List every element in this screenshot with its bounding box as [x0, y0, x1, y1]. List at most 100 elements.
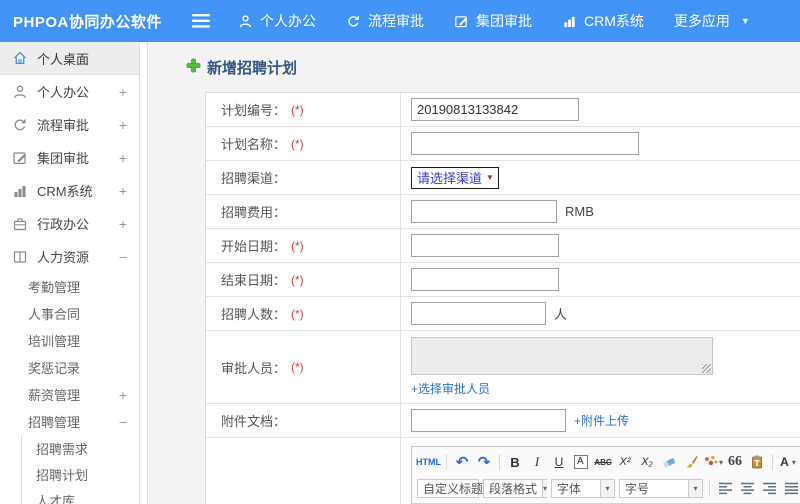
align-justify-button[interactable]: [781, 478, 800, 498]
end-date-input[interactable]: [411, 268, 559, 291]
sidebar-item-label: 招聘需求: [36, 441, 89, 457]
sidebar-item-admin-office[interactable]: 行政办公 +: [0, 207, 139, 240]
channel-select[interactable]: 请选择渠道 ▼: [411, 166, 500, 189]
expand-plus-icon[interactable]: +: [119, 84, 127, 100]
recruitment-submenu: 招聘需求 招聘计划 人才库: [21, 435, 139, 504]
underline-button[interactable]: U: [549, 452, 569, 472]
sidebar-item-workflow-approval[interactable]: 流程审批 +: [0, 108, 139, 141]
fee-unit-label: RMB: [565, 204, 594, 219]
align-left-button[interactable]: [715, 478, 735, 498]
nav-personal-office[interactable]: 个人办公: [238, 11, 316, 31]
form-row-plan-name: 计划名称： (*): [206, 127, 800, 161]
top-navigation: 个人办公 流程审批 集团审批 CRM系统 更多应用 ▼: [238, 11, 750, 31]
bold-button[interactable]: B: [505, 452, 525, 472]
align-center-button[interactable]: [737, 478, 757, 498]
app-logo[interactable]: PHPOA协同办公软件: [0, 11, 176, 32]
blockquote-button[interactable]: 66: [725, 452, 745, 472]
font-size-select[interactable]: 字号 ▾: [619, 478, 703, 498]
plan-name-input[interactable]: [411, 132, 639, 155]
chevron-down-icon: ▾: [600, 479, 614, 497]
toolbar-separator: [499, 454, 500, 470]
nav-group-approval[interactable]: 集团审批: [454, 11, 532, 31]
superscript-button[interactable]: X²: [615, 452, 635, 472]
sidebar-item-recruitment[interactable]: 招聘管理 −: [0, 408, 139, 435]
sidebar-item-personal-office[interactable]: 个人办公 +: [0, 75, 139, 108]
sidebar-item-talent-pool[interactable]: 人才库: [22, 487, 139, 504]
paste-text-button[interactable]: [747, 452, 767, 472]
sidebar-item-personal-desktop[interactable]: 个人桌面: [0, 42, 139, 75]
expand-plus-icon[interactable]: +: [119, 150, 127, 166]
sidebar-item-human-resources[interactable]: 人力资源 −: [0, 240, 139, 273]
sidebar-item-training[interactable]: 培训管理: [0, 327, 139, 354]
chevron-down-icon: ▾: [791, 457, 796, 467]
main-content: 新增招聘计划 计划编号： (*) 计划名称： (*) 招聘渠道： 请选择渠道 ▼: [148, 42, 800, 504]
plan-number-input[interactable]: [411, 98, 579, 121]
book-icon: [12, 249, 29, 265]
toolbar-row-1: HTML ↶ ↷ B I U A ABC X² X₂ ▾ 66 A ▾: [415, 449, 800, 475]
headcount-input[interactable]: [411, 302, 546, 325]
strikethrough-button[interactable]: ABC: [593, 452, 613, 472]
chevron-down-icon: ▼: [486, 173, 494, 182]
sidebar-item-attendance[interactable]: 考勤管理: [0, 273, 139, 300]
start-date-input[interactable]: [411, 234, 559, 257]
expand-plus-icon[interactable]: +: [119, 387, 127, 403]
approvers-textarea[interactable]: [411, 337, 713, 375]
attachment-upload-link[interactable]: +附件上传: [574, 412, 629, 429]
sidebar-item-salary[interactable]: 薪资管理 +: [0, 381, 139, 408]
required-marker: (*): [291, 306, 304, 321]
sidebar-item-crm-system[interactable]: CRM系统 +: [0, 174, 139, 207]
field-label: 审批人员：: [221, 360, 287, 376]
expand-plus-icon[interactable]: +: [119, 216, 127, 232]
page-title: 新增招聘计划: [186, 57, 800, 78]
italic-button[interactable]: I: [527, 452, 547, 472]
nav-label: CRM系统: [584, 13, 644, 29]
sidebar-item-rewards[interactable]: 奖惩记录: [0, 354, 139, 381]
font-border-button[interactable]: A: [571, 452, 591, 472]
font-family-select[interactable]: 字体 ▾: [551, 478, 615, 498]
attachment-input[interactable]: [411, 409, 566, 432]
html-source-button[interactable]: HTML: [416, 452, 441, 472]
fee-input[interactable]: [411, 200, 557, 223]
align-right-button[interactable]: [759, 478, 779, 498]
eraser-button[interactable]: [659, 452, 679, 472]
resize-grip[interactable]: [702, 364, 711, 373]
auto-typeset-button[interactable]: ▾: [703, 452, 723, 472]
briefcase-icon: [12, 216, 29, 232]
nav-crm-system[interactable]: CRM系统: [562, 11, 644, 31]
paragraph-format-select[interactable]: 段落格式 ▾: [483, 478, 548, 498]
expand-plus-icon[interactable]: +: [119, 117, 127, 133]
redo-button[interactable]: ↷: [474, 452, 494, 472]
nav-more-apps[interactable]: 更多应用 ▼: [674, 11, 750, 31]
form-row-channel: 招聘渠道： 请选择渠道 ▼: [206, 161, 800, 195]
font-color-button[interactable]: A ▾: [778, 452, 798, 472]
expand-plus-icon[interactable]: +: [119, 183, 127, 199]
sidebar-item-hr-contract[interactable]: 人事合同: [0, 300, 139, 327]
undo-button[interactable]: ↶: [452, 452, 472, 472]
form-row-approvers: 审批人员： (*) +选择审批人员: [206, 331, 800, 404]
subscript-button[interactable]: X₂: [637, 452, 657, 472]
home-icon: [12, 50, 29, 66]
field-label: 计划编号：: [221, 103, 287, 118]
sidebar-item-label: 人才库: [36, 493, 76, 504]
bar-chart-icon: [562, 14, 577, 29]
collapse-minus-icon[interactable]: −: [119, 414, 127, 430]
recruit-plan-form: 计划编号： (*) 计划名称： (*) 招聘渠道： 请选择渠道 ▼ 招聘费用： RM…: [205, 92, 800, 504]
edit-square-icon: [454, 14, 469, 29]
topbar: PHPOA协同办公软件 个人办公 流程审批 集团审批 CRM系统 更多应用 ▼: [0, 0, 800, 42]
font-color-a-icon: A: [780, 455, 789, 469]
format-painter-icon[interactable]: [681, 452, 701, 472]
sidebar-item-recruit-demand[interactable]: 招聘需求: [22, 435, 139, 461]
combo-label: 字体: [557, 481, 582, 496]
collapse-minus-icon[interactable]: −: [119, 249, 127, 265]
choose-approvers-link[interactable]: +选择审批人员: [411, 380, 490, 397]
user-icon: [12, 84, 29, 100]
required-marker: (*): [291, 272, 304, 287]
nav-workflow-approval[interactable]: 流程审批: [346, 11, 424, 31]
custom-title-select[interactable]: 自定义标题 ▾: [417, 478, 494, 498]
sidebar-item-recruit-plan[interactable]: 招聘计划: [22, 461, 139, 487]
add-plus-icon: [186, 58, 201, 78]
sidebar-item-group-approval[interactable]: 集团审批 +: [0, 141, 139, 174]
hamburger-menu-icon[interactable]: [192, 14, 210, 28]
sidebar-item-label: 人力资源: [37, 250, 90, 265]
nav-label: 更多应用: [673, 13, 730, 29]
